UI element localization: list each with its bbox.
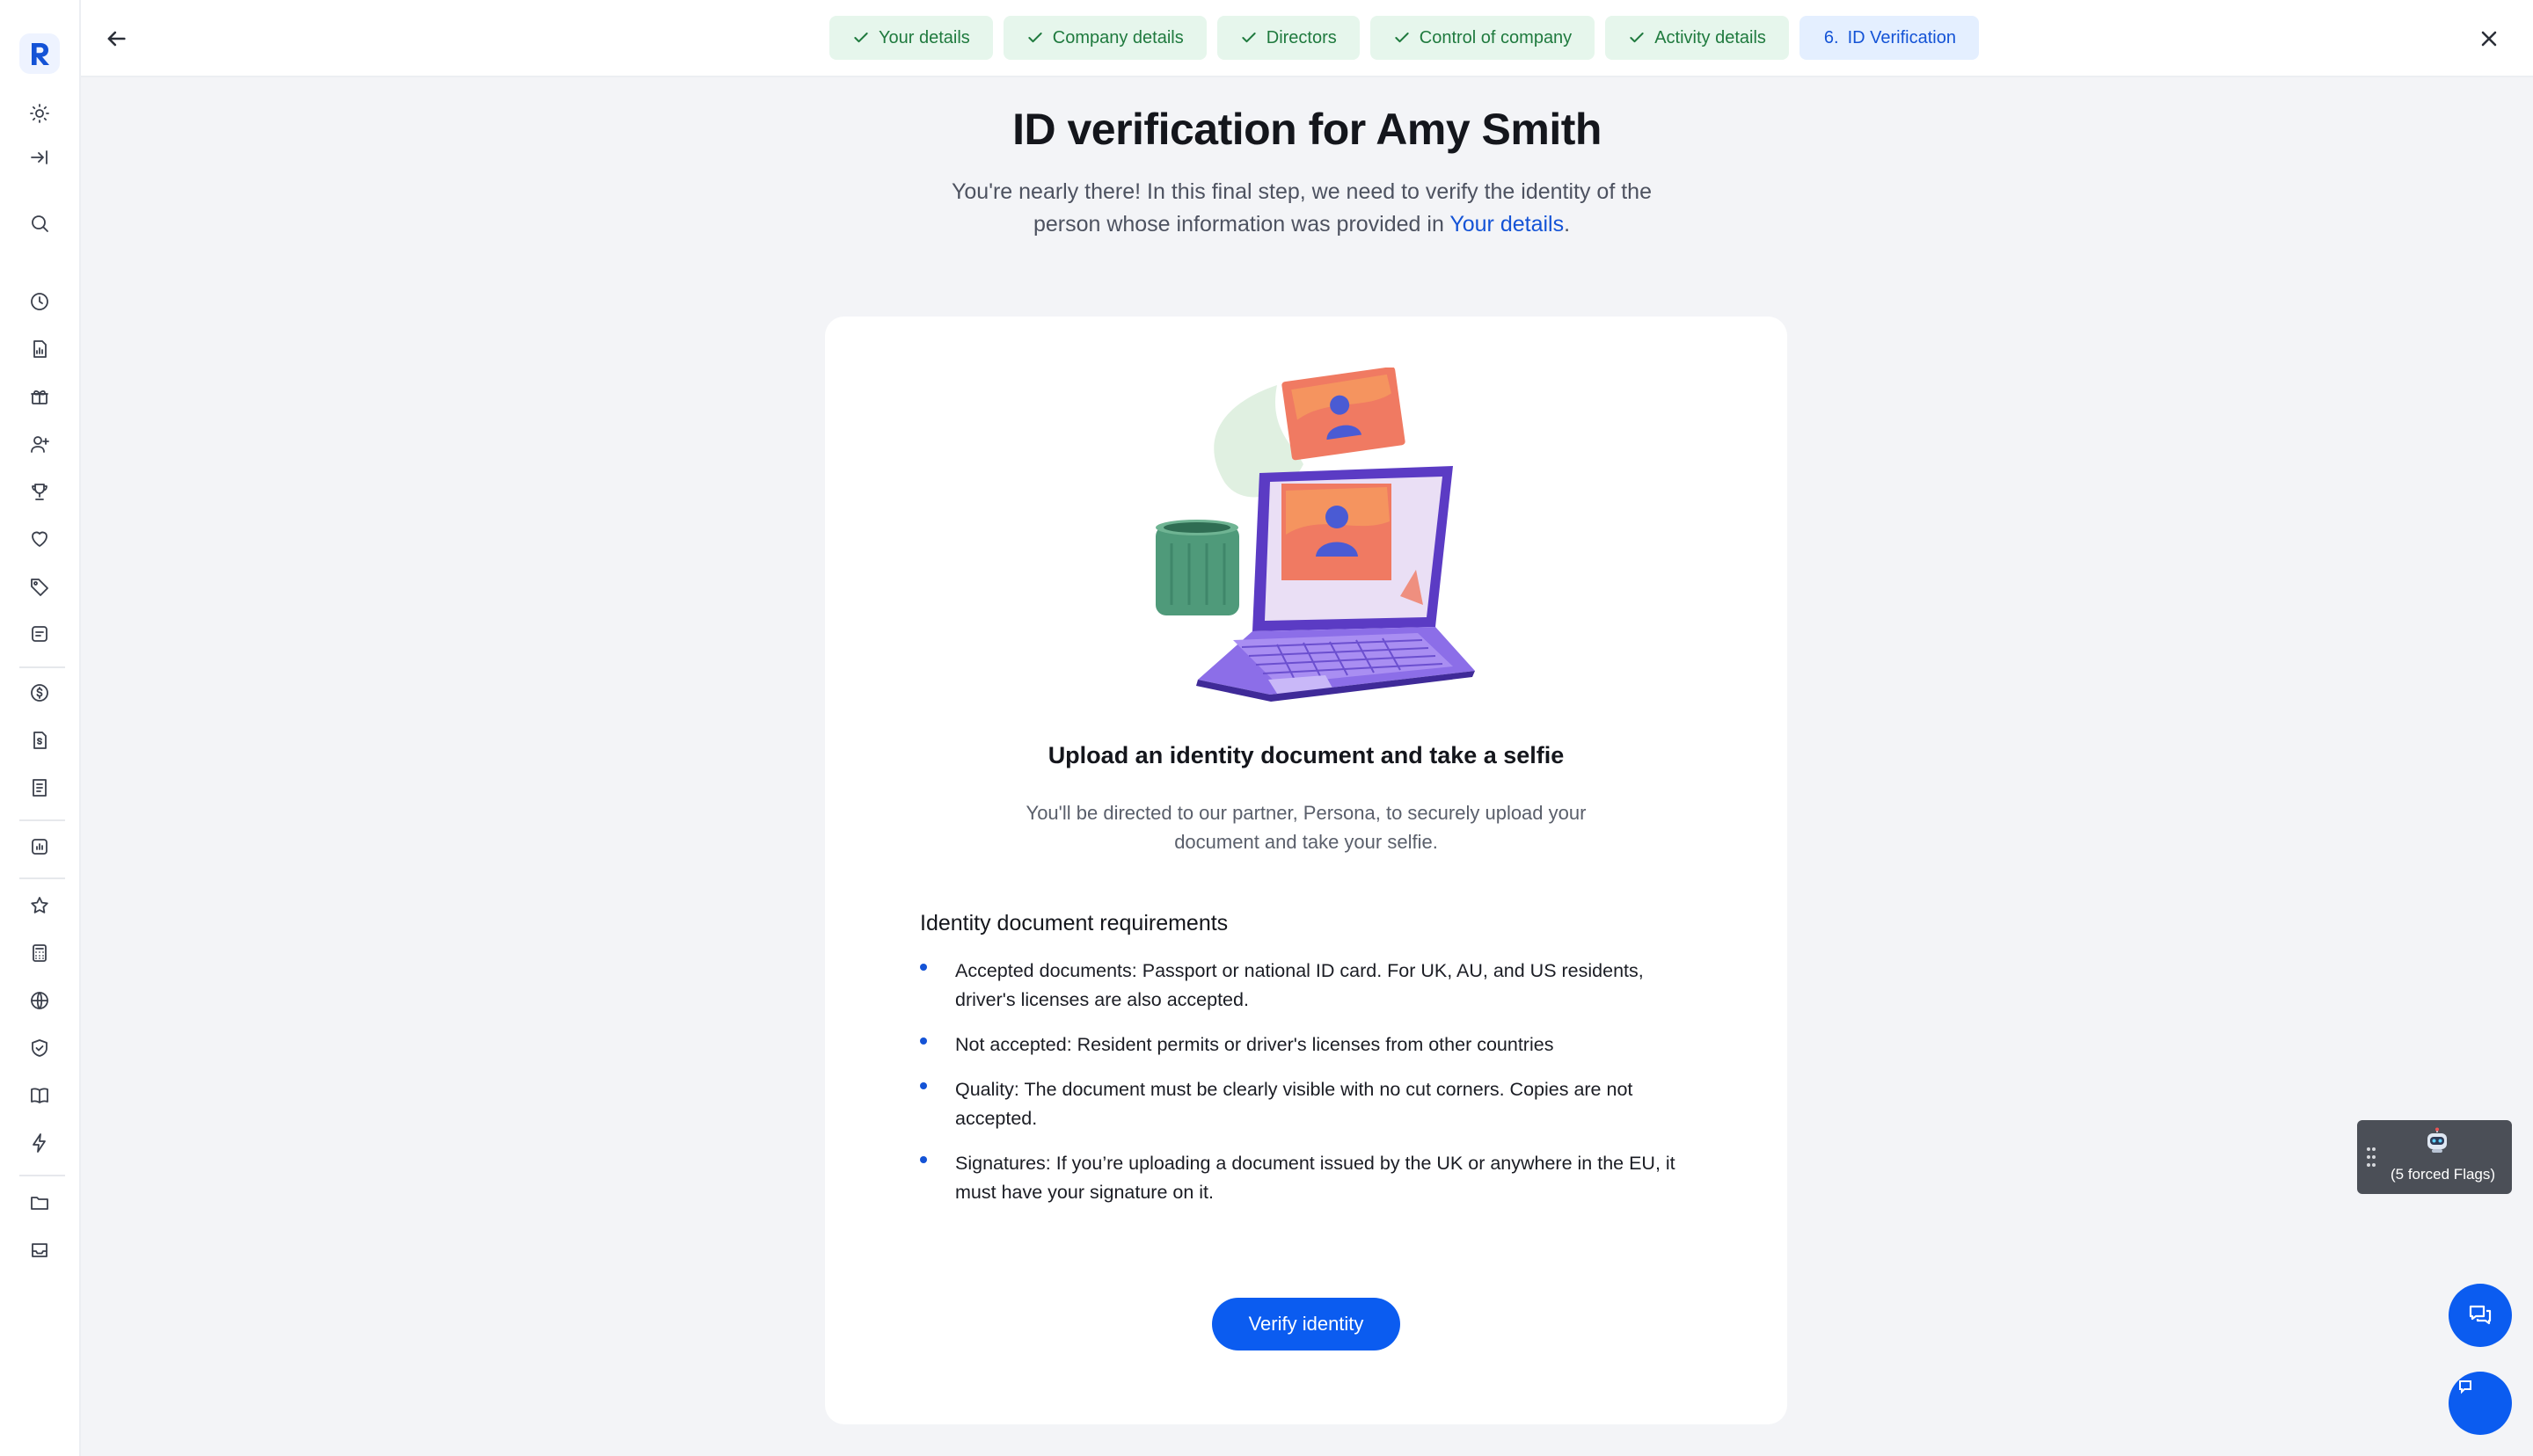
step-number: 6. [1823, 27, 1839, 47]
page-subtitle: You're nearly there! In this final step,… [932, 176, 1671, 241]
book-icon[interactable] [24, 1080, 55, 1111]
verify-identity-button[interactable]: Verify identity [1212, 1298, 1400, 1350]
search-icon[interactable] [24, 207, 55, 239]
step-label: Your details [879, 27, 970, 47]
sidebar-divider [19, 877, 65, 879]
laptop-id-illustration [1156, 368, 1475, 702]
sidebar-divider [19, 819, 65, 821]
globe-icon[interactable] [24, 985, 55, 1016]
logo-icon [32, 43, 49, 65]
clock-icon[interactable] [24, 286, 55, 317]
sun-icon[interactable] [24, 98, 55, 129]
check-icon [1028, 33, 1042, 43]
tag-icon[interactable] [24, 571, 55, 602]
flags-count-text: (5 forced Flags) [2391, 1166, 2496, 1183]
step-directors[interactable]: Directors [1216, 16, 1360, 60]
sidebar [0, 0, 81, 1456]
list-item: Not accepted: Resident permits or driver… [920, 1030, 1694, 1059]
requirement-text: Quality: The document must be clearly vi… [955, 1079, 1633, 1129]
sidebar-divider [19, 666, 65, 668]
step-label: Directors [1266, 27, 1337, 47]
lightning-icon[interactable] [24, 1127, 55, 1159]
file-dollar-icon[interactable] [24, 724, 55, 756]
bullet-dot [920, 964, 927, 971]
requirement-text: Accepted documents: Passport or national… [955, 960, 1644, 1010]
bullet-dot [920, 1082, 927, 1089]
robot-icon [2427, 1127, 2447, 1153]
gift-icon[interactable] [24, 381, 55, 412]
chat-button[interactable] [2449, 1284, 2512, 1347]
bullet-dot [920, 1156, 927, 1163]
message-icon [2459, 1380, 2471, 1394]
card-title: Upload an identity document and take a s… [1048, 742, 1565, 768]
step-your-details[interactable]: Your details [829, 16, 993, 60]
progress-steps: Your details Company details Directors C… [829, 16, 1979, 62]
step-activity-details[interactable]: Activity details [1605, 16, 1789, 60]
heart-icon[interactable] [24, 523, 55, 555]
check-icon [1242, 33, 1256, 43]
step-label: ID Verification [1847, 27, 1956, 47]
list-item: Signatures: If you’re uploading a docume… [920, 1149, 1694, 1207]
user-plus-icon[interactable] [24, 428, 55, 460]
close-icon[interactable] [2471, 21, 2507, 56]
card-description: You'll be directed to our partner, Perso… [1026, 802, 1587, 853]
folder-icon[interactable] [24, 1187, 55, 1219]
your-details-link[interactable]: Your details [1449, 212, 1564, 237]
list-item: Quality: The document must be clearly vi… [920, 1075, 1694, 1133]
trophy-icon[interactable] [24, 476, 55, 507]
step-control-of-company[interactable]: Control of company [1369, 16, 1595, 60]
sidebar-divider [19, 1175, 65, 1176]
document-chart-icon[interactable] [24, 333, 55, 365]
dollar-circle-icon[interactable] [24, 677, 55, 709]
calculator-icon[interactable] [24, 937, 55, 969]
verification-card: Upload an identity document and take a s… [825, 317, 1787, 1424]
step-id-verification[interactable]: 6. ID Verification [1799, 16, 1979, 60]
step-company-details[interactable]: Company details [1003, 16, 1207, 60]
app-logo[interactable] [19, 33, 60, 74]
back-arrow-icon[interactable] [99, 21, 134, 56]
check-icon [1630, 33, 1644, 43]
step-label: Company details [1052, 27, 1184, 47]
chart-box-icon[interactable] [24, 831, 55, 863]
requirements-list: Accepted documents: Passport or national… [920, 957, 1694, 1223]
support-button[interactable] [2449, 1372, 2512, 1435]
feature-flags-widget[interactable]: (5 forced Flags) [2357, 1120, 2512, 1194]
page-title: ID verification for Amy Smith [1012, 105, 1602, 154]
step-label: Activity details [1654, 27, 1766, 47]
requirements-title: Identity document requirements [920, 911, 1229, 935]
chat-bubbles-icon [2469, 1305, 2492, 1325]
requirement-text: Signatures: If you’re uploading a docume… [955, 1153, 1675, 1203]
star-icon[interactable] [24, 890, 55, 921]
requirement-text: Not accepted: Resident permits or driver… [955, 1034, 1554, 1055]
bullet-dot [920, 1037, 927, 1045]
step-label: Control of company [1419, 27, 1573, 47]
subtitle-end: . [1564, 212, 1571, 237]
top-bar: Your details Company details Directors C… [81, 0, 2533, 77]
receipt-icon[interactable] [24, 772, 55, 804]
shield-check-icon[interactable] [24, 1032, 55, 1064]
collapse-sidebar-icon[interactable] [24, 142, 55, 173]
list-item: Accepted documents: Passport or national… [920, 957, 1694, 1015]
check-icon [854, 33, 868, 43]
inbox-icon[interactable] [24, 1234, 55, 1266]
drag-handle-icon[interactable] [2366, 1147, 2376, 1168]
check-icon [1395, 33, 1409, 43]
notes-icon[interactable] [24, 618, 55, 650]
